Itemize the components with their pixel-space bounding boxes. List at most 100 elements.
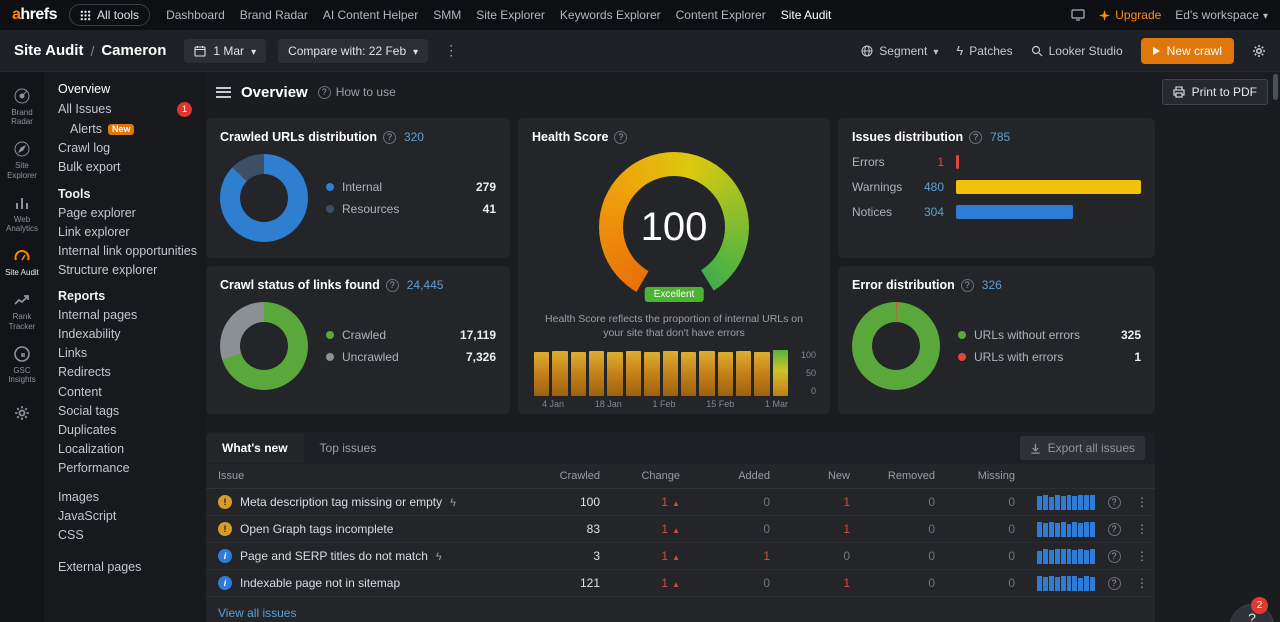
legend-item[interactable]: URLs without errors 325 [958,324,1141,346]
sidebar-item-redirects[interactable]: Redirects [44,363,206,382]
issue-label[interactable]: Page and SERP titles do not match [240,549,428,563]
sidebar-item-indexability[interactable]: Indexability [44,325,206,344]
col-crawled[interactable]: Crawled [536,470,606,482]
scrollbar-thumb[interactable] [1273,74,1278,100]
row-menu-icon[interactable] [1129,576,1155,590]
sidebar-item-alerts[interactable]: AlertsNew [44,120,206,139]
sidebar-item-localization[interactable]: Localization [44,440,206,459]
nav-dashboard[interactable]: Dashboard [166,8,225,22]
nav-smm[interactable]: SMM [433,8,461,22]
question-circle-icon[interactable] [1108,577,1121,590]
row-menu-icon[interactable] [1129,522,1155,536]
breadcrumb-project[interactable]: Cameron [101,42,166,59]
error-total-link[interactable]: 326 [982,278,1002,292]
sidebar-item-internal-pages[interactable]: Internal pages [44,306,206,325]
sidebar-item-structure-explorer[interactable]: Structure explorer [44,261,206,280]
col-removed[interactable]: Removed [856,470,941,482]
legend-item[interactable]: Uncrawled 7,326 [326,346,496,368]
sidebar-item-internal-link-opportunities[interactable]: Internal link opportunities [44,242,206,261]
warnings-count-link[interactable]: 480 [908,180,944,194]
sidebar-item-links[interactable]: Links [44,344,206,363]
sidebar-toggle-icon[interactable] [216,87,231,98]
nav-ai-content-helper[interactable]: AI Content Helper [323,8,418,22]
legend-item[interactable]: Internal 279 [326,176,496,198]
nav-keywords-explorer[interactable]: Keywords Explorer [560,8,661,22]
patches-button[interactable]: Patches [956,43,1012,58]
how-to-use-link[interactable]: How to use [318,85,396,99]
table-row[interactable]: Indexable page not in sitemap 121 1 0 1 … [206,570,1155,597]
question-circle-icon[interactable] [969,131,982,144]
col-missing[interactable]: Missing [941,470,1021,482]
sidebar-item-javascript[interactable]: JavaScript [44,507,206,526]
question-circle-icon[interactable] [1108,523,1121,536]
issues-total-link[interactable]: 785 [990,130,1010,144]
question-circle-icon[interactable] [1108,496,1121,509]
sidebar-item-bulk-export[interactable]: Bulk export [44,158,206,177]
export-all-issues-button[interactable]: Export all issues [1020,436,1145,460]
rail-item-site-explorer[interactable]: Site Explorer [0,133,44,186]
view-all-issues-link[interactable]: View all issues [218,606,296,620]
legend-item[interactable]: URLs with errors 1 [958,346,1141,368]
col-issue[interactable]: Issue [206,470,536,482]
table-row[interactable]: Open Graph tags incomplete 83 1 0 1 0 0 [206,516,1155,543]
sidebar-item-overview[interactable]: Overview [44,80,206,99]
rail-settings-gear-icon[interactable] [14,405,30,421]
issue-label[interactable]: Indexable page not in sitemap [240,576,400,590]
crawled-urls-total-link[interactable]: 320 [404,130,424,144]
nav-site-explorer[interactable]: Site Explorer [476,8,545,22]
warnings-bar[interactable] [956,180,1141,194]
sidebar-item-css[interactable]: CSS [44,526,206,545]
settings-gear-icon[interactable] [1252,44,1266,58]
sidebar-item-content[interactable]: Content [44,383,206,402]
question-circle-icon[interactable] [614,131,627,144]
sidebar-item-external-pages[interactable]: External pages [44,558,206,577]
sidebar-item-duplicates[interactable]: Duplicates [44,421,206,440]
tab-top-issues[interactable]: Top issues [304,433,393,463]
errors-count-link[interactable]: 1 [908,155,944,169]
question-circle-icon[interactable] [961,279,974,292]
legend-item[interactable]: Resources 41 [326,198,496,220]
sidebar-item-all-issues[interactable]: All Issues1 [44,99,206,120]
rail-item-rank-tracker[interactable]: Rank Tracker [0,284,44,337]
issue-label[interactable]: Open Graph tags incomplete [240,522,393,536]
col-added[interactable]: Added [686,470,776,482]
sidebar-item-performance[interactable]: Performance [44,459,206,478]
question-circle-icon[interactable] [383,131,396,144]
looker-studio-button[interactable]: Looker Studio [1031,44,1123,58]
rail-item-site-audit[interactable]: Site Audit [0,240,44,284]
nav-brand-radar[interactable]: Brand Radar [240,8,308,22]
health-trend-bars[interactable] [534,350,788,396]
tab-whats-new[interactable]: What's new [206,433,304,463]
nav-content-explorer[interactable]: Content Explorer [676,8,766,22]
row-menu-icon[interactable] [1129,495,1155,509]
table-row[interactable]: Meta description tag missing or empty 10… [206,489,1155,516]
ahrefs-logo[interactable]: ahrefs [12,6,57,24]
sidebar-item-crawl-log[interactable]: Crawl log [44,139,206,158]
nav-site-audit[interactable]: Site Audit [781,8,832,22]
question-circle-icon[interactable] [386,279,399,292]
breadcrumb-root[interactable]: Site Audit [14,42,83,59]
sidebar-item-link-explorer[interactable]: Link explorer [44,223,206,242]
sidebar-item-page-explorer[interactable]: Page explorer [44,204,206,223]
print-to-pdf-button[interactable]: Print to PDF [1162,79,1268,105]
errors-bar[interactable] [956,155,959,169]
workspace-menu[interactable]: Ed's workspace [1175,8,1268,22]
date-picker-button[interactable]: 1 Mar [184,39,266,63]
table-row[interactable]: Page and SERP titles do not match 3 1 1 … [206,543,1155,570]
rail-item-brand-radar[interactable]: Brand Radar [0,80,44,133]
rail-item-gsc-insights[interactable]: GSC Insights [0,338,44,391]
row-menu-icon[interactable] [1129,549,1155,563]
all-tools-button[interactable]: All tools [69,4,150,26]
segment-menu[interactable]: Segment [861,44,938,58]
new-crawl-button[interactable]: New crawl [1141,38,1234,64]
links-found-total-link[interactable]: 24,445 [407,278,444,292]
rail-item-web-analytics[interactable]: Web Analytics [0,187,44,240]
more-options-icon[interactable] [440,42,462,59]
sidebar-item-social-tags[interactable]: Social tags [44,402,206,421]
col-new[interactable]: New [776,470,856,482]
col-change[interactable]: Change [606,470,686,482]
upgrade-link[interactable]: Upgrade [1099,8,1161,22]
notices-count-link[interactable]: 304 [908,205,944,219]
question-circle-icon[interactable] [1108,550,1121,563]
legend-item[interactable]: Crawled 17,119 [326,324,496,346]
